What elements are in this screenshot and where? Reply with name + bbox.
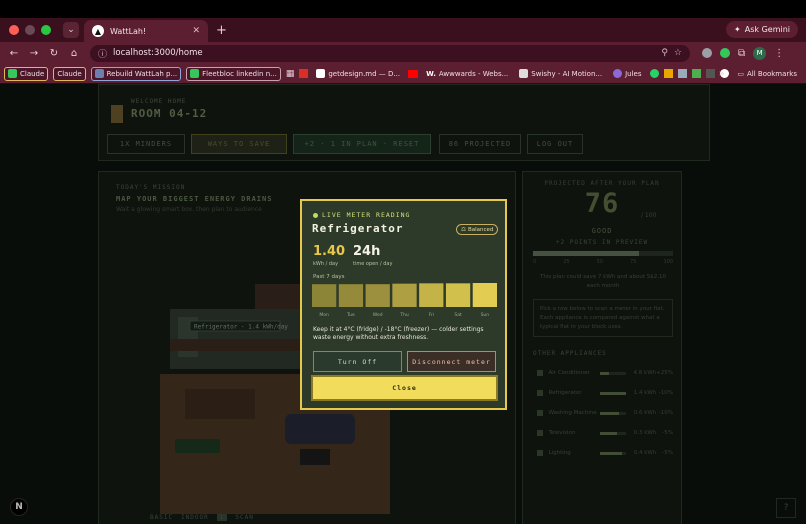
folder-icon — [94, 69, 104, 78]
day-label-tue: Tue — [346, 312, 355, 317]
whatsapp-icon[interactable] — [649, 69, 659, 78]
day-label-wed: Wed — [373, 312, 383, 317]
day-label-sat: Sat — [454, 312, 462, 317]
appliance-title: Refrigerator — [312, 222, 404, 235]
wattlah-favicon-icon: ▲ — [92, 25, 104, 37]
home-icon[interactable]: ⌂ — [64, 48, 84, 59]
bookmark-swishy[interactable]: Swishy - AI Motion... — [516, 67, 605, 81]
window-controls — [9, 25, 51, 35]
usage-bar-thu — [392, 283, 417, 307]
more-bookmarks-chevron-icon[interactable]: » — [719, 69, 725, 79]
usage-bar-sat — [445, 283, 471, 307]
folder-outline-icon: ▭ — [737, 70, 744, 78]
address-bar-row: ← → ↻ ⌂ ⓘ localhost:3000/home ⚲ ☆ ⧉ M ⋮ — [0, 42, 806, 64]
day-label-thu: Thu — [399, 312, 409, 317]
ask-gemini-button[interactable]: ✦ Ask Gemini — [726, 21, 798, 38]
disconnect-meter-button[interactable]: Disconnect meter — [407, 351, 496, 372]
turn-off-button[interactable]: Turn Off — [313, 351, 402, 372]
day-labels: Mon Tue Wed Thu Fri Sat Sun — [319, 312, 490, 317]
day-label-sun: Sun — [481, 312, 490, 317]
day-label-fri: Fri — [429, 312, 434, 317]
usage-bar-sun — [472, 283, 497, 307]
kwh-value: 1.40 — [313, 244, 346, 259]
live-meter-label: LIVE METER READING — [322, 211, 411, 219]
extension-icon[interactable] — [702, 48, 712, 58]
reload-icon[interactable]: ↻ — [44, 48, 64, 59]
maximize-window-button[interactable] — [41, 25, 51, 35]
new-tab-plus-icon[interactable]: + — [216, 23, 227, 38]
close-button[interactable]: Close — [311, 375, 498, 401]
forward-arrow-icon[interactable]: → — [24, 48, 44, 59]
ask-gemini-label: Ask Gemini — [744, 25, 790, 34]
d-icon — [316, 69, 326, 78]
bookmark-claude-1[interactable]: Claude — [4, 66, 49, 81]
hours-value: 24h — [353, 244, 381, 259]
bookmark-jules[interactable]: Jules — [610, 67, 644, 81]
past-days-label: Past 7 days — [313, 274, 345, 280]
awwwards-icon: W. — [426, 69, 436, 78]
menu-kebab-icon[interactable]: ⋮ — [774, 48, 784, 59]
back-arrow-icon[interactable]: ← — [4, 48, 24, 59]
live-meter-heading: LIVE METER READING — [313, 211, 410, 219]
balance-icon: ⚖ — [461, 226, 466, 233]
bookmark-green-icon[interactable] — [691, 69, 701, 78]
site-info-icon[interactable]: ⓘ — [98, 47, 107, 60]
close-window-button[interactable] — [9, 25, 19, 35]
extensions-area: ⧉ M ⋮ — [702, 46, 784, 60]
gemini-sparkle-icon: ✦ — [734, 25, 741, 34]
usage-bar-wed — [365, 284, 390, 307]
tab-wattlah[interactable]: ▲ WattLah! ✕ — [84, 20, 208, 42]
minimize-window-button[interactable] — [25, 25, 35, 35]
bookmarks-bar: Claude Claude Rebuild WattLah p... Fleet… — [0, 64, 806, 84]
hours-label: time open / day — [353, 261, 393, 267]
bookmark-grey-icon[interactable] — [677, 69, 687, 78]
live-meter-modal: LIVE METER READING Refrigerator ⚖ Balanc… — [300, 199, 507, 410]
jules-icon — [613, 69, 623, 78]
bookmark-yellow-icon[interactable] — [663, 69, 673, 78]
claude-icon — [8, 69, 17, 78]
bookmark-awwwards[interactable]: W. Awwwards - Webs... — [423, 67, 511, 81]
profile-avatar[interactable]: M — [753, 46, 767, 60]
seven-day-usage-chart — [312, 283, 497, 307]
url-text: localhost:3000/home — [113, 48, 203, 58]
zoom-icon[interactable]: ⚲ — [661, 48, 668, 58]
gmail-icon[interactable] — [299, 69, 309, 78]
status-badge-label: Balanced — [467, 226, 494, 233]
extension-green-icon[interactable] — [720, 48, 730, 58]
bookmark-star-icon[interactable]: ☆ — [674, 48, 682, 58]
app-page: WELCOME HOME ROOM 04-12 1X MINDERS WAYS … — [0, 84, 806, 524]
puzzle-extensions-icon[interactable]: ⧉ — [738, 48, 745, 59]
kwh-label: kWh / day — [313, 261, 339, 267]
bookmark-dark-icon[interactable] — [705, 69, 715, 78]
tab-search-chevron-icon[interactable]: ⌄ — [63, 22, 79, 38]
energy-tip: Keep it at 4°C (fridge) / -18°C (freezer… — [313, 326, 484, 341]
system-top-strip — [0, 0, 806, 18]
apps-grid-icon[interactable]: ▦ — [286, 69, 295, 79]
bookmark-fleetbloc[interactable]: Fleetbloc linkedin n... — [186, 66, 281, 81]
status-badge: ⚖ Balanced — [456, 224, 499, 235]
bookmark-getdesign[interactable]: getdesign.md — D... — [313, 67, 403, 81]
close-tab-icon[interactable]: ✕ — [192, 26, 200, 36]
all-bookmarks-button[interactable]: ▭ All Bookmarks — [734, 67, 800, 81]
url-input[interactable]: ⓘ localhost:3000/home ⚲ ☆ — [90, 44, 690, 62]
youtube-icon[interactable] — [408, 69, 419, 78]
fleetbloc-icon — [190, 69, 200, 78]
bookmark-rebuild-wattlah[interactable]: Rebuild WattLah p... — [90, 66, 182, 81]
bookmark-claude-2[interactable]: Claude — [53, 66, 86, 81]
swishy-icon — [519, 69, 529, 78]
usage-bar-tue — [338, 284, 364, 307]
live-indicator-icon — [313, 212, 318, 218]
day-label-mon: Mon — [319, 312, 329, 317]
tab-title: WattLah! — [110, 26, 147, 36]
usage-bar-fri — [419, 283, 444, 307]
bookmarks-right: » ▭ All Bookmarks — [719, 67, 800, 81]
usage-bar-mon — [312, 284, 337, 307]
tab-bar: ⌄ ▲ WattLah! ✕ + ✦ Ask Gemini — [0, 18, 806, 42]
